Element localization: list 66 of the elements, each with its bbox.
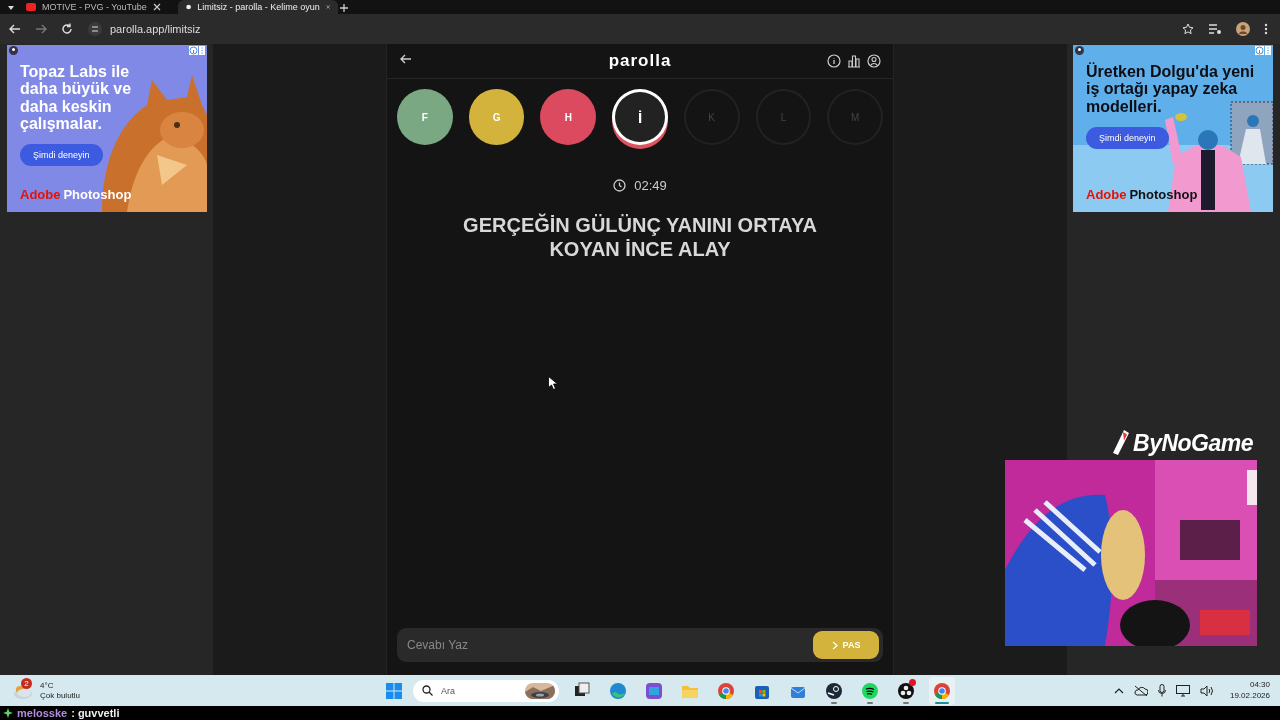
- stream-logo: ByNoGame: [1133, 429, 1253, 458]
- reload-icon: [60, 22, 74, 36]
- back-icon: [399, 52, 413, 66]
- letter-circle: F: [397, 89, 453, 145]
- spotify-icon: [860, 680, 880, 701]
- close-icon: [325, 3, 330, 11]
- chevron-icon: [831, 640, 838, 650]
- ad-headline: Üretken Dolgu'da yeni iş ortağı yapay zeka modelleri.: [1086, 63, 1256, 115]
- letter-circle: H: [540, 89, 597, 145]
- letter-circle: G: [468, 89, 525, 145]
- cloud-off-icon: [1133, 684, 1148, 697]
- info-icon: [189, 46, 198, 55]
- pen-icon: [1110, 429, 1130, 457]
- brand-name: Adobe: [1086, 187, 1127, 202]
- cursor-icon: [548, 376, 557, 390]
- back-icon: [8, 22, 22, 36]
- media-icon: [1208, 23, 1222, 35]
- site-settings-icon: [88, 22, 102, 36]
- try-now-button[interactable]: Şimdi deneyin: [20, 144, 103, 167]
- chat-message: : guvvetli: [71, 706, 120, 720]
- chevron-up-icon: [1113, 686, 1124, 695]
- browser-tab[interactable]: Limitsiz - parolla - Kelime oyun: [178, 0, 338, 14]
- volume-icon: [1199, 684, 1214, 697]
- notification-badge: 2: [21, 677, 32, 689]
- stats-icon: [847, 54, 861, 68]
- steam-icon: [824, 680, 844, 701]
- profile-icon: [9, 46, 18, 55]
- close-icon: [152, 3, 161, 11]
- clock-time: 04:30: [1249, 679, 1270, 691]
- timer: 02:49: [634, 178, 667, 193]
- avatar-icon: [1236, 22, 1250, 36]
- video-icon: [26, 2, 36, 12]
- search-icon: [422, 685, 433, 696]
- chrome-icon: [932, 680, 952, 701]
- info-icon: [1255, 46, 1264, 55]
- obs-icon: [896, 680, 916, 701]
- info-icon: [827, 54, 841, 68]
- temperature: 4°C: [40, 680, 55, 691]
- menu-icon: [1264, 23, 1268, 35]
- search-field[interactable]: Ara: [413, 679, 559, 702]
- forward-icon: [34, 22, 48, 36]
- letter-circle: İ: [612, 89, 668, 145]
- ad-headline: Topaz Labs ile daha büyük ve daha keskin çalışmalar.: [20, 63, 133, 133]
- star-icon: [1182, 23, 1194, 35]
- globe-icon: [186, 2, 192, 12]
- weather-condition: Çok bulutlu: [40, 690, 81, 701]
- new-tab-icon: [338, 2, 350, 14]
- microphone-icon: [1157, 684, 1166, 697]
- clock-date: 19.02.2026: [1229, 690, 1270, 702]
- more-icon: [1265, 46, 1271, 55]
- profile-icon: [1075, 46, 1084, 55]
- windows-icon: [385, 681, 403, 700]
- sparkle-icon: [3, 708, 13, 718]
- edge-icon: [608, 680, 628, 701]
- user-icon: [867, 54, 881, 68]
- monitor-icon: [1175, 684, 1190, 697]
- question-text: GERÇEĞİN GÜLÜNÇ YANINI ORTAYA KOYAN İNCE ALAY: [462, 213, 818, 261]
- chrome-icon: [716, 680, 736, 701]
- more-icon: [199, 46, 205, 55]
- brand-name: Adobe: [20, 187, 61, 202]
- product-name: Photoshop: [1129, 187, 1198, 202]
- chat-username: melosske: [17, 706, 68, 720]
- browser-tab[interactable]: MOTIVE - PVG - YouTube: [18, 0, 178, 14]
- office-icon: [644, 680, 664, 701]
- clock-icon: [613, 179, 627, 192]
- app-title: parolla: [608, 51, 672, 71]
